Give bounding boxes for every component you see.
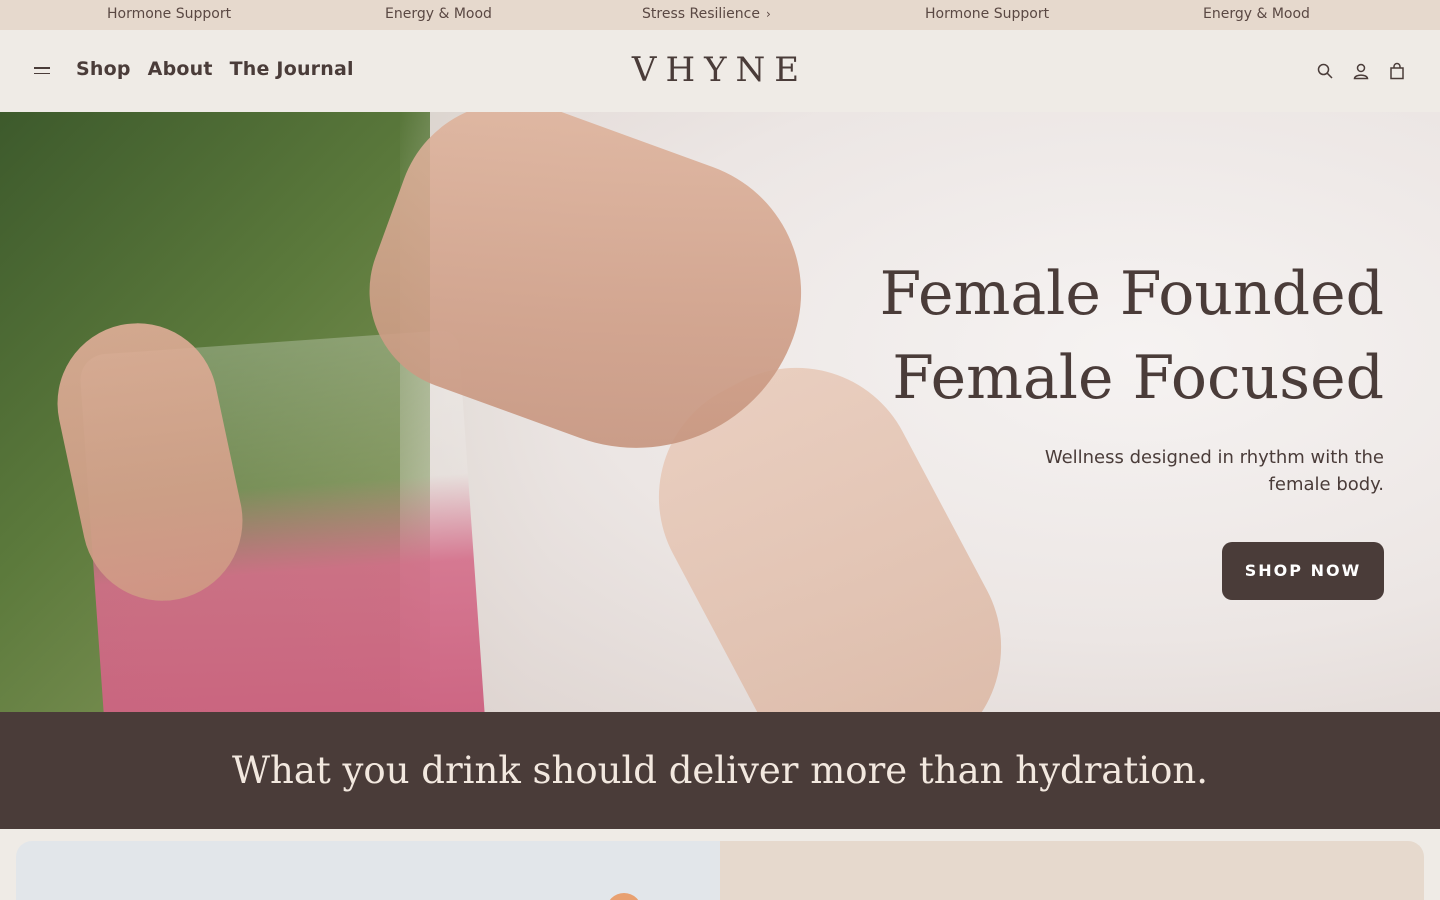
- product-image: [606, 893, 642, 900]
- announcement-item[interactable]: Hormone Support: [925, 6, 1049, 22]
- feature-card-image[interactable]: [16, 841, 720, 900]
- hero-section: Female Founded Female Focused Wellness d…: [0, 112, 1440, 712]
- hero-subtitle: Wellness designed in rhythm with the fem…: [1044, 447, 1384, 495]
- account-icon[interactable]: [1352, 62, 1370, 80]
- hero-title-line: Female Founded: [879, 259, 1384, 329]
- cart-icon[interactable]: [1388, 62, 1406, 80]
- announcement-item[interactable]: Energy & Mood: [1203, 6, 1310, 22]
- site-header: Shop About The Journal VHYNE: [0, 30, 1440, 112]
- banner-headline: What you drink should deliver more than …: [231, 749, 1209, 792]
- announcement-item-active[interactable]: Stress Resilience ›: [642, 6, 771, 22]
- hero-title-line: Female Focused: [892, 343, 1384, 413]
- feature-cards: [0, 829, 1440, 900]
- shop-now-button[interactable]: SHOP NOW: [1222, 542, 1384, 600]
- feature-card-text[interactable]: [720, 841, 1424, 900]
- hero-title: Female Founded Female Focused: [880, 252, 1384, 420]
- chevron-right-icon[interactable]: ›: [766, 7, 771, 21]
- header-icons: [1316, 62, 1406, 80]
- announcement-bar: Hormone Support Energy & Mood Stress Res…: [0, 0, 1440, 30]
- hero-copy: Female Founded Female Focused Wellness d…: [880, 252, 1384, 600]
- announcement-item[interactable]: Energy & Mood: [385, 6, 492, 22]
- search-icon[interactable]: [1316, 62, 1334, 80]
- tagline-banner: What you drink should deliver more than …: [0, 712, 1440, 829]
- announcement-item[interactable]: Hormone Support: [107, 6, 231, 22]
- brand-logo[interactable]: VHYNE: [0, 50, 1440, 90]
